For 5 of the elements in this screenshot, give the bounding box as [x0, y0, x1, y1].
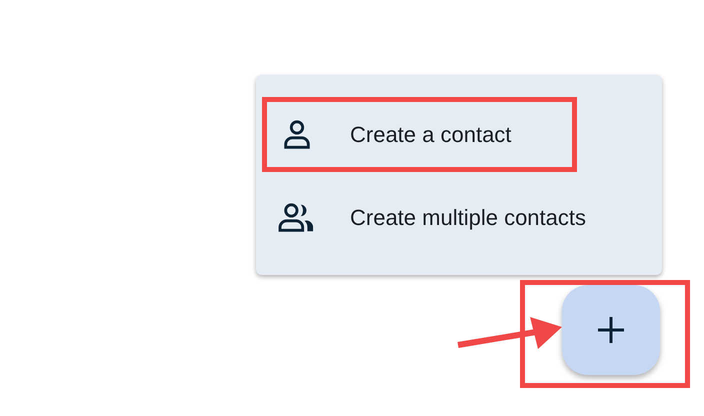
menu-item[interactable]: Create multiple contacts	[256, 180, 662, 255]
add-button[interactable]	[562, 285, 660, 375]
menu-item[interactable]: Create a contact	[256, 97, 662, 172]
people-icon	[278, 200, 316, 234]
plus-icon	[596, 315, 626, 345]
